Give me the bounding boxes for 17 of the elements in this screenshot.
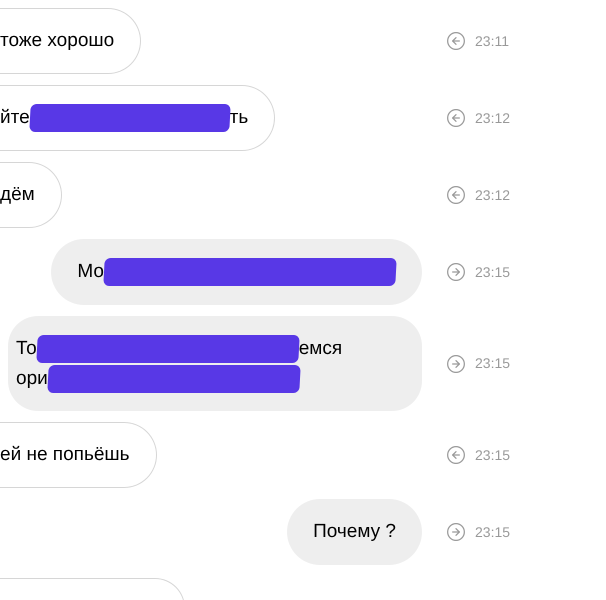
message-time: 23:12 (475, 108, 510, 128)
message-text: Почему ? (313, 520, 396, 544)
message-time: 23:12 (475, 186, 510, 204)
message-text: дём (0, 183, 35, 207)
message-text: ори (16, 366, 48, 390)
message-text: То (16, 336, 37, 360)
message-text: тоже хорошо (0, 29, 114, 53)
message-time: 23:15 (475, 522, 510, 542)
message-text: йте (0, 106, 30, 130)
message-text: Мо (77, 260, 104, 284)
message-text: ей не попьёшь (0, 443, 130, 467)
message-text: ть (230, 106, 248, 130)
message-time: 23:11 (475, 32, 509, 50)
message-time: 23:15 (475, 446, 510, 464)
message-time: 23:15 (475, 262, 510, 282)
message-text: емся (298, 336, 342, 360)
message-time: 23:15 (475, 354, 510, 373)
